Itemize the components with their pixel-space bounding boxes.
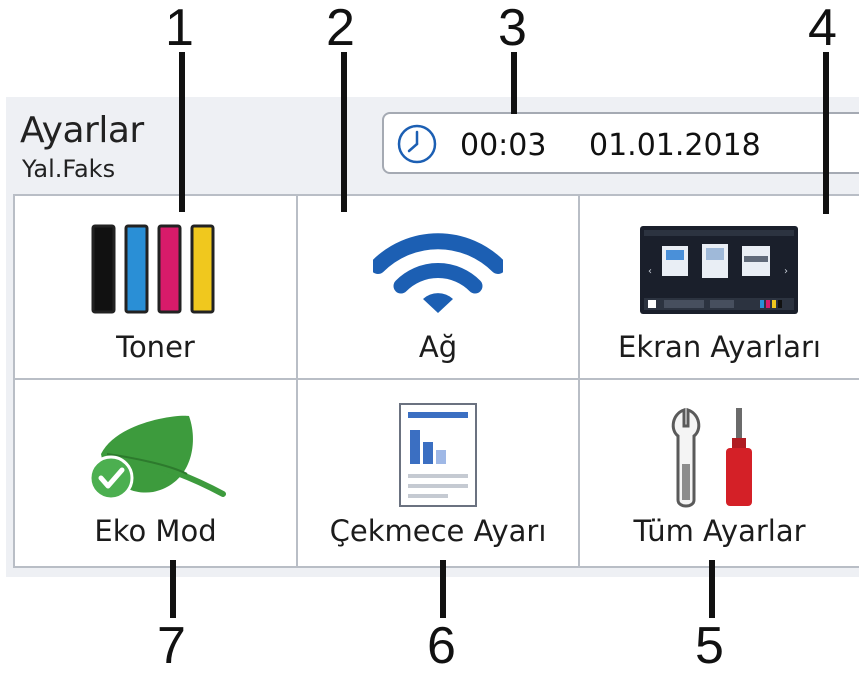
- callout-line-6: [440, 560, 446, 618]
- tile-label-screen-settings: Ekran Ayarları: [618, 330, 821, 364]
- grid-divider-1: [296, 194, 298, 568]
- callout-6: 6: [427, 617, 456, 675]
- tile-label-tray-setting: Çekmece Ayarı: [329, 514, 547, 548]
- all-settings-tile[interactable]: Tüm Ayarlar: [580, 380, 859, 566]
- callout-line-3: [511, 52, 517, 114]
- clock-time: 00:03: [460, 128, 547, 163]
- callout-1: 1: [165, 0, 194, 57]
- grid-divider-h: [13, 378, 859, 380]
- grid-divider-2: [578, 194, 580, 568]
- callout-line-2: [341, 52, 347, 212]
- tile-label-eco-mode: Eko Mod: [94, 514, 217, 548]
- fax-mode-subtitle: Yal.Faks: [22, 155, 116, 183]
- toner-tile[interactable]: Toner: [15, 196, 296, 378]
- eco-mode-tile[interactable]: Eko Mod: [15, 380, 296, 566]
- svg-text:‹: ‹: [648, 266, 652, 277]
- callout-5: 5: [695, 617, 724, 675]
- callout-line-4: [823, 52, 829, 214]
- clock-icon: [397, 124, 437, 164]
- screen-settings-icon: ‹ ›: [640, 226, 798, 314]
- eco-leaf-icon: [88, 415, 226, 501]
- clock-date: 01.01.2018: [589, 128, 761, 163]
- date-time-button[interactable]: 00:03 01.01.2018: [382, 112, 859, 174]
- page-title: Ayarlar: [20, 110, 144, 151]
- network-tile[interactable]: Ağ: [298, 196, 578, 378]
- tile-label-network: Ağ: [418, 330, 458, 364]
- svg-text:›: ›: [784, 266, 788, 277]
- wifi-icon: [373, 233, 503, 313]
- toner-icon: [91, 224, 215, 314]
- callout-3: 3: [498, 0, 527, 57]
- tile-label-all-settings: Tüm Ayarlar: [633, 514, 806, 548]
- callout-line-5: [709, 560, 715, 618]
- tile-label-toner: Toner: [116, 330, 195, 364]
- callout-line-1: [179, 52, 185, 212]
- callout-2: 2: [326, 0, 355, 57]
- callout-line-7: [170, 560, 176, 618]
- tools-icon: [671, 407, 752, 508]
- tray-document-icon: [399, 403, 477, 507]
- callout-7: 7: [157, 617, 186, 675]
- tray-setting-tile[interactable]: Çekmece Ayarı: [298, 380, 578, 566]
- callout-4: 4: [808, 0, 837, 57]
- screen-settings-tile[interactable]: ‹ › Ekran Ayarları: [580, 196, 859, 378]
